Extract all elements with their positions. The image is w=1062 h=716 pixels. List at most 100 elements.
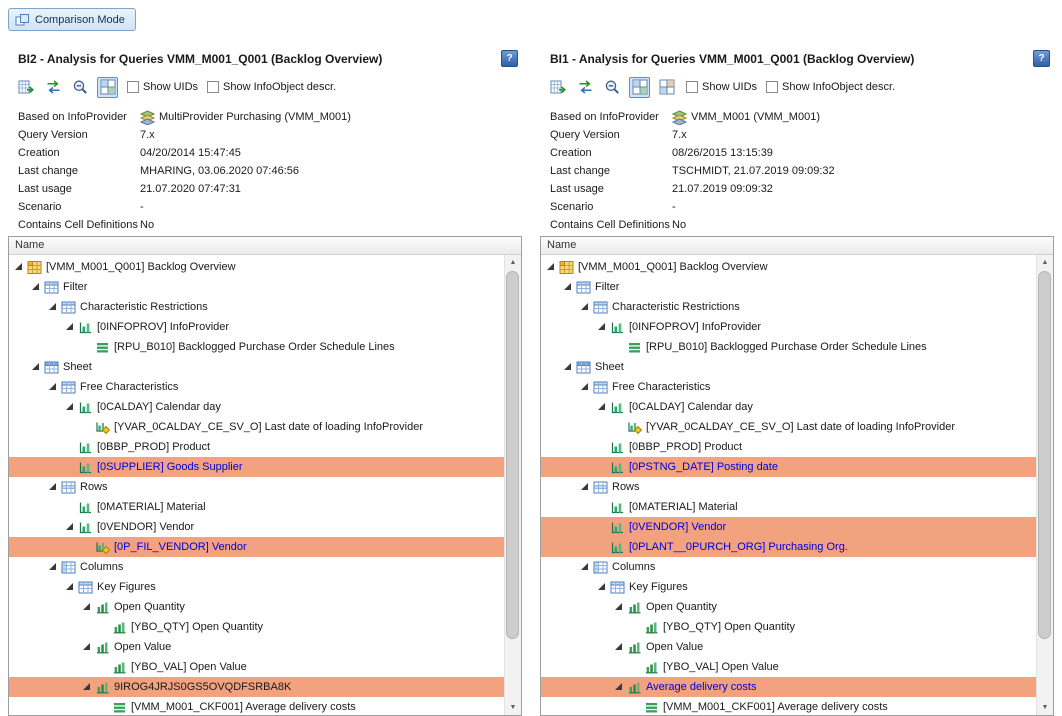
tree-node[interactable]: [0PSTNG_DATE] Posting date (541, 457, 1037, 477)
grid-selected-icon[interactable] (629, 77, 650, 98)
expander-icon[interactable] (13, 261, 25, 273)
expander-icon[interactable] (81, 681, 93, 693)
expander-icon[interactable] (64, 321, 76, 333)
tree-node[interactable]: 9IROG4JRJS0GS5OVQDFSRBA8K (9, 677, 505, 697)
tree-node[interactable]: Key Figures (9, 577, 505, 597)
tree-node[interactable]: [0BBP_PROD] Product (9, 437, 505, 457)
tree-node[interactable]: [YBO_VAL] Open Value (9, 657, 505, 677)
tree-node[interactable]: Free Characteristics (9, 377, 505, 397)
scroll-down-icon[interactable]: ▼ (1037, 700, 1053, 715)
tree-node[interactable]: Filter (9, 277, 505, 297)
tree-node[interactable]: [0MATERIAL] Material (541, 497, 1037, 517)
expander-icon[interactable] (30, 361, 42, 373)
export-icon[interactable] (548, 77, 569, 98)
expander-icon[interactable] (81, 601, 93, 613)
tree-node[interactable]: Filter (541, 277, 1037, 297)
transfer-icon[interactable] (575, 77, 596, 98)
help-icon[interactable]: ? (1033, 50, 1050, 67)
transfer-icon[interactable] (43, 77, 64, 98)
expander-icon[interactable] (596, 401, 608, 413)
expander-icon[interactable] (545, 261, 557, 273)
expander-icon[interactable] (613, 641, 625, 653)
expander-icon[interactable] (47, 301, 59, 313)
expander-icon[interactable] (64, 521, 76, 533)
tree-node[interactable]: [0INFOPROV] InfoProvider (541, 317, 1037, 337)
checkbox-box[interactable] (686, 81, 698, 93)
tree-node[interactable]: [0VENDOR] Vendor (9, 517, 505, 537)
expander-icon[interactable] (64, 401, 76, 413)
tree-node[interactable]: [RPU_B010] Backlogged Purchase Order Sch… (541, 337, 1037, 357)
expander-icon[interactable] (64, 581, 76, 593)
tree-node[interactable]: [0PLANT__0PURCH_ORG] Purchasing Org. (541, 537, 1037, 557)
tree-node[interactable]: [0MATERIAL] Material (9, 497, 505, 517)
tree-node[interactable]: [YBO_VAL] Open Value (541, 657, 1037, 677)
tree-node[interactable]: [VMM_M001_CKF001] Average delivery costs (9, 697, 505, 715)
tree-node[interactable]: Rows (9, 477, 505, 497)
help-icon[interactable]: ? (501, 50, 518, 67)
checkbox-show-infoobject-descr[interactable]: Show InfoObject descr. (766, 81, 895, 93)
expander-icon[interactable] (579, 301, 591, 313)
tree-node[interactable]: Key Figures (541, 577, 1037, 597)
tree-node[interactable]: [0SUPPLIER] Goods Supplier (9, 457, 505, 477)
checkbox-box[interactable] (207, 81, 219, 93)
tree-node[interactable]: Columns (541, 557, 1037, 577)
expander-icon[interactable] (596, 581, 608, 593)
scroll-thumb[interactable] (506, 271, 519, 639)
scroll-down-icon[interactable]: ▼ (505, 700, 521, 715)
tree-node[interactable]: Open Value (541, 637, 1037, 657)
expander-icon[interactable] (579, 481, 591, 493)
tree-node[interactable]: [VMM_M001_Q001] Backlog Overview (541, 257, 1037, 277)
tree-node[interactable]: [YVAR_0CALDAY_CE_SV_O] Last date of load… (541, 417, 1037, 437)
tree-node[interactable]: [VMM_M001_CKF001] Average delivery costs (541, 697, 1037, 715)
tree-node[interactable]: [YVAR_0CALDAY_CE_SV_O] Last date of load… (9, 417, 505, 437)
expander-icon[interactable] (81, 641, 93, 653)
tree-node[interactable]: [YBO_QTY] Open Quantity (541, 617, 1037, 637)
checkbox-box[interactable] (766, 81, 778, 93)
tree-node[interactable]: [0CALDAY] Calendar day (541, 397, 1037, 417)
expander-icon[interactable] (30, 281, 42, 293)
scrollbar[interactable]: ▲ ▼ (1036, 255, 1053, 715)
tree-node[interactable]: [YBO_QTY] Open Quantity (9, 617, 505, 637)
expander-icon[interactable] (562, 361, 574, 373)
tree-node[interactable]: [0INFOPROV] InfoProvider (9, 317, 505, 337)
tree-node[interactable]: Average delivery costs (541, 677, 1037, 697)
checkbox-show-uids[interactable]: Show UIDs (127, 81, 198, 93)
checkbox-show-uids[interactable]: Show UIDs (686, 81, 757, 93)
expander-icon[interactable] (47, 561, 59, 573)
comparison-mode-button[interactable]: Comparison Mode (8, 8, 136, 31)
checkbox-box[interactable] (127, 81, 139, 93)
tree-node[interactable]: [VMM_M001_Q001] Backlog Overview (9, 257, 505, 277)
zoom-out-icon[interactable] (70, 77, 91, 98)
grid-selected-icon[interactable] (97, 77, 118, 98)
expander-icon[interactable] (562, 281, 574, 293)
tree-node[interactable]: Sheet (541, 357, 1037, 377)
expander-icon[interactable] (613, 601, 625, 613)
zoom-out-icon[interactable] (602, 77, 623, 98)
grid-plain-icon[interactable] (656, 77, 677, 98)
scrollbar[interactable]: ▲ ▼ (504, 255, 521, 715)
tree-node[interactable]: Rows (541, 477, 1037, 497)
expander-icon[interactable] (47, 381, 59, 393)
expander-icon[interactable] (47, 481, 59, 493)
expander-icon[interactable] (613, 681, 625, 693)
tree-node[interactable]: Characteristic Restrictions (9, 297, 505, 317)
tree-node[interactable]: Characteristic Restrictions (541, 297, 1037, 317)
tree-node[interactable]: [0BBP_PROD] Product (541, 437, 1037, 457)
checkbox-show-infoobject-descr[interactable]: Show InfoObject descr. (207, 81, 336, 93)
tree-node[interactable]: Columns (9, 557, 505, 577)
tree-node[interactable]: Sheet (9, 357, 505, 377)
tree-node[interactable]: Open Quantity (9, 597, 505, 617)
tree-node[interactable]: [0VENDOR] Vendor (541, 517, 1037, 537)
tree-node[interactable]: [0CALDAY] Calendar day (9, 397, 505, 417)
expander-icon[interactable] (579, 561, 591, 573)
tree-node[interactable]: Open Quantity (541, 597, 1037, 617)
scroll-up-icon[interactable]: ▲ (1037, 255, 1053, 270)
tree-node[interactable]: Open Value (9, 637, 505, 657)
tree-node[interactable]: Free Characteristics (541, 377, 1037, 397)
tree-node[interactable]: [RPU_B010] Backlogged Purchase Order Sch… (9, 337, 505, 357)
tree-node[interactable]: [0P_FIL_VENDOR] Vendor (9, 537, 505, 557)
expander-icon[interactable] (596, 321, 608, 333)
expander-icon[interactable] (579, 381, 591, 393)
scroll-thumb[interactable] (1038, 271, 1051, 639)
scroll-up-icon[interactable]: ▲ (505, 255, 521, 270)
